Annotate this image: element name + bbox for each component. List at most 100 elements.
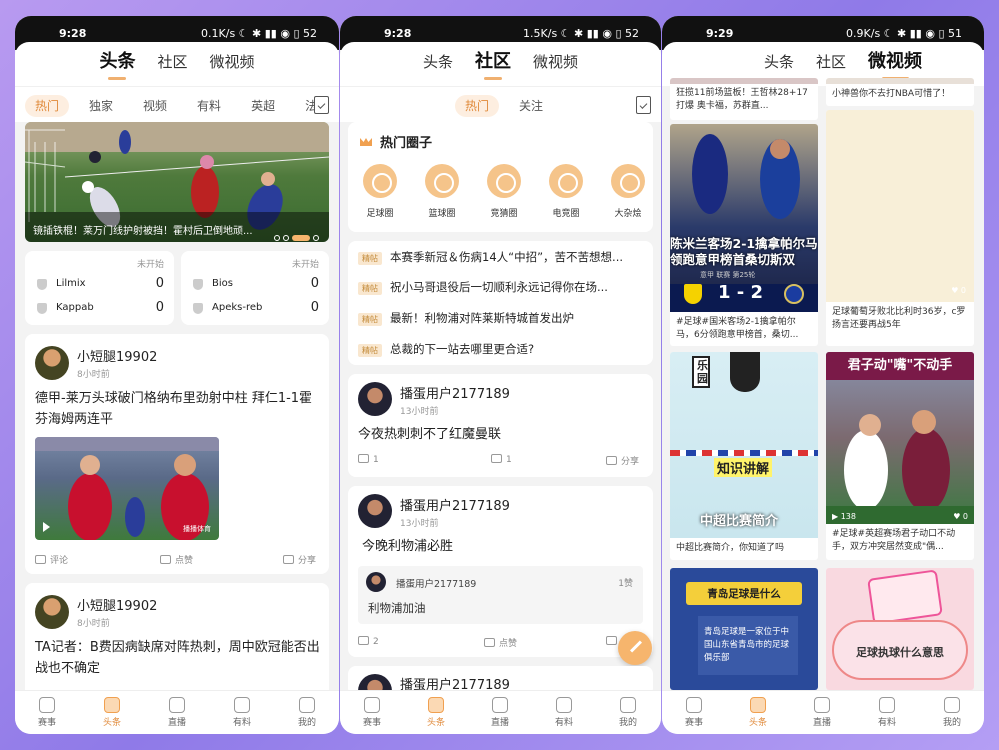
- nav-live[interactable]: 直播: [157, 697, 197, 728]
- nav-live[interactable]: 直播: [802, 697, 842, 728]
- video-card[interactable]: 青岛足球是什么 青岛足球是一家位于中国山东省青岛市的足球俱乐部: [670, 568, 818, 690]
- video-overlay-text: 知识讲解: [714, 458, 773, 477]
- share-button[interactable]: 分享: [606, 454, 639, 467]
- nav-headlines[interactable]: 头条: [92, 697, 132, 728]
- hot-circles-card: 热门圈子 足球圈 篮球圈 竞猜圈 电竞圈 大杂烩: [348, 122, 653, 232]
- bulb-icon: [879, 697, 895, 713]
- video-card[interactable]: ♥ 0 足球葡萄牙败北比利时36岁，c罗扬言还要再战5年: [826, 110, 974, 346]
- pinned-tag: 精帖: [358, 344, 382, 357]
- like-button[interactable]: 点赞: [160, 553, 193, 566]
- reply-text: 利物浦加油: [368, 601, 426, 615]
- pinned-post[interactable]: 精帖 本赛季新冠＆伤病14人“中招”，苦不苦想想...: [358, 249, 623, 265]
- tab-microvideo[interactable]: 微视频: [210, 42, 255, 82]
- nav-youliao[interactable]: 有料: [222, 697, 262, 728]
- video-card[interactable]: 小神兽你不去打NBA可惜了！: [826, 78, 974, 106]
- nav-profile[interactable]: 我的: [608, 697, 648, 728]
- team-score: 0: [310, 276, 319, 291]
- nav-matches[interactable]: 赛事: [27, 697, 67, 728]
- circle-misc[interactable]: 大杂烩: [606, 164, 650, 219]
- news-post[interactable]: 小短腿19902 8小时前 德甲-莱万头球破门格纳布里劲射中柱 拜仁1-1霍芬海…: [25, 334, 329, 574]
- tab-headlines[interactable]: 头条: [99, 42, 135, 82]
- avatar[interactable]: [358, 382, 392, 416]
- channel-manage-icon[interactable]: [314, 96, 329, 114]
- video-thumbnail: 陈米兰客场2-1擒拿帕尔马领跑意甲榜首桑切斯双 意甲 联赛 第25轮 1 - 2: [670, 124, 818, 312]
- nav-headlines[interactable]: 头条: [416, 697, 456, 728]
- like-button[interactable]: 点赞: [484, 636, 517, 649]
- nav-profile[interactable]: 我的: [287, 697, 327, 728]
- tab-community[interactable]: 社区: [475, 42, 511, 82]
- play-icon: [169, 697, 185, 713]
- subtab-epl[interactable]: 英超: [241, 95, 285, 117]
- video-card[interactable]: 君子动"嘴"不动手 ▶ 138 ♥ 0 #足球#英超赛场君子动口不动手，双方冲突…: [826, 352, 974, 560]
- post-username[interactable]: 播蛋用户2177189: [400, 383, 510, 402]
- circle-guess[interactable]: 竞猜圈: [482, 164, 526, 219]
- nav-youliao[interactable]: 有料: [867, 697, 907, 728]
- post-username[interactable]: 小短腿19902: [77, 346, 157, 365]
- like-count: ♥ 0: [953, 512, 968, 521]
- avatar[interactable]: [35, 346, 69, 380]
- pinned-post[interactable]: 精帖 总裁的下一站去哪里更合适?: [358, 341, 534, 357]
- subtab-hot[interactable]: 热门: [25, 95, 70, 117]
- subtab-exclusive[interactable]: 独家: [79, 95, 123, 117]
- tab-community[interactable]: 社区: [816, 42, 846, 82]
- status-icons: 0.1K/s ☾ ✱ ▮▮ ◉ ▯ 52: [201, 27, 317, 40]
- share-button[interactable]: 分享: [283, 553, 316, 566]
- phone-headlines: 9:28 0.1K/s ☾ ✱ ▮▮ ◉ ▯ 52 头条 社区 微视频 热门 独家 视频…: [15, 16, 339, 734]
- post-username[interactable]: 播蛋用户2177189: [400, 495, 510, 514]
- video-card[interactable]: 乐园 知识讲解 中超比赛简介 中超比赛简介，你知道了吗: [670, 352, 818, 560]
- status-time: 9:28: [59, 27, 87, 40]
- team-shield-icon: [37, 303, 47, 314]
- video-card[interactable]: 陈米兰客场2-1擒拿帕尔马领跑意甲榜首桑切斯双 意甲 联赛 第25轮 1 - 2…: [670, 124, 818, 346]
- compose-button[interactable]: [618, 631, 652, 665]
- nav-profile[interactable]: 我的: [932, 697, 972, 728]
- video-card[interactable]: 足球执球什么意思: [826, 568, 974, 690]
- tab-headlines[interactable]: 头条: [423, 42, 453, 82]
- team-name: Bios: [212, 278, 233, 289]
- comment-button[interactable]: 1: [358, 454, 379, 465]
- tab-headlines[interactable]: 头条: [764, 42, 794, 82]
- tab-microvideo[interactable]: 微视频: [533, 42, 578, 82]
- match-card[interactable]: 未开始 Lilmix 0 Kappab 0: [25, 251, 174, 325]
- post-video[interactable]: 播播体育: [35, 437, 219, 540]
- like-button[interactable]: 1: [491, 454, 512, 465]
- reply-likes: 1赞: [618, 579, 633, 589]
- headline-banner[interactable]: 镜插铁棍！莱万门线护射被挡！霍村后卫倒地顽...: [25, 122, 329, 242]
- nav-headlines[interactable]: 头条: [738, 697, 778, 728]
- smiley-icon: [611, 164, 645, 198]
- tab-community[interactable]: 社区: [157, 42, 187, 82]
- subtab-youliao[interactable]: 有料: [187, 95, 231, 117]
- post-time: 13小时前: [400, 407, 439, 417]
- circle-esports[interactable]: 电竞圈: [544, 164, 588, 219]
- phone-illustration: [867, 569, 943, 625]
- video-overlay-text: 中超比赛简介: [700, 514, 779, 529]
- channel-manage-icon[interactable]: [636, 96, 651, 114]
- avatar[interactable]: [35, 595, 69, 629]
- avatar[interactable]: [358, 494, 392, 528]
- nav-live[interactable]: 直播: [480, 697, 520, 728]
- reply-box[interactable]: 播蛋用户2177189 1赞 利物浦加油: [358, 566, 643, 624]
- circle-basketball[interactable]: 篮球圈: [420, 164, 464, 219]
- circle-football[interactable]: 足球圈: [358, 164, 402, 219]
- tab-microvideo[interactable]: 微视频: [868, 42, 922, 82]
- team-shield-icon: [193, 303, 203, 314]
- video-overlay-text: 青岛足球是什么: [686, 582, 802, 605]
- comment-button[interactable]: 2: [358, 636, 379, 647]
- subtab-video[interactable]: 视频: [133, 95, 177, 117]
- bottom-nav: 赛事 头条 直播 有料 我的: [340, 690, 661, 734]
- video-card[interactable]: 狂揽11前场篮板！王哲林28+17打爆 奥卡福，苏群直...: [670, 78, 818, 120]
- view-count: ▶ 138: [832, 512, 856, 521]
- match-card[interactable]: 未开始 Bios 0 Apeks-reb 0: [181, 251, 329, 325]
- status-icons: 1.5K/s ☾ ✱ ▮▮ ◉ ▯ 52: [523, 27, 639, 40]
- nav-matches[interactable]: 赛事: [352, 697, 392, 728]
- community-post[interactable]: 播蛋用户2177189 13小时前 今夜热刺刺不了红魔曼联 1 1 分享: [348, 374, 653, 477]
- comment-button[interactable]: 评论: [35, 553, 68, 566]
- community-post[interactable]: 播蛋用户2177189 13小时前 今晚利物浦必胜 播蛋用户2177189 1赞…: [348, 486, 653, 657]
- thumb-up-icon: [160, 555, 171, 564]
- subtab-hot[interactable]: 热门: [455, 95, 500, 117]
- post-username[interactable]: 小短腿19902: [77, 595, 157, 614]
- pinned-post[interactable]: 精帖 祝小马哥退役后一切顺利永远记得你在场...: [358, 279, 608, 295]
- pinned-post[interactable]: 精帖 最新！利物浦对阵莱斯特城首发出炉: [358, 310, 574, 326]
- subtab-follow[interactable]: 关注: [509, 95, 553, 117]
- nav-matches[interactable]: 赛事: [674, 697, 714, 728]
- nav-youliao[interactable]: 有料: [544, 697, 584, 728]
